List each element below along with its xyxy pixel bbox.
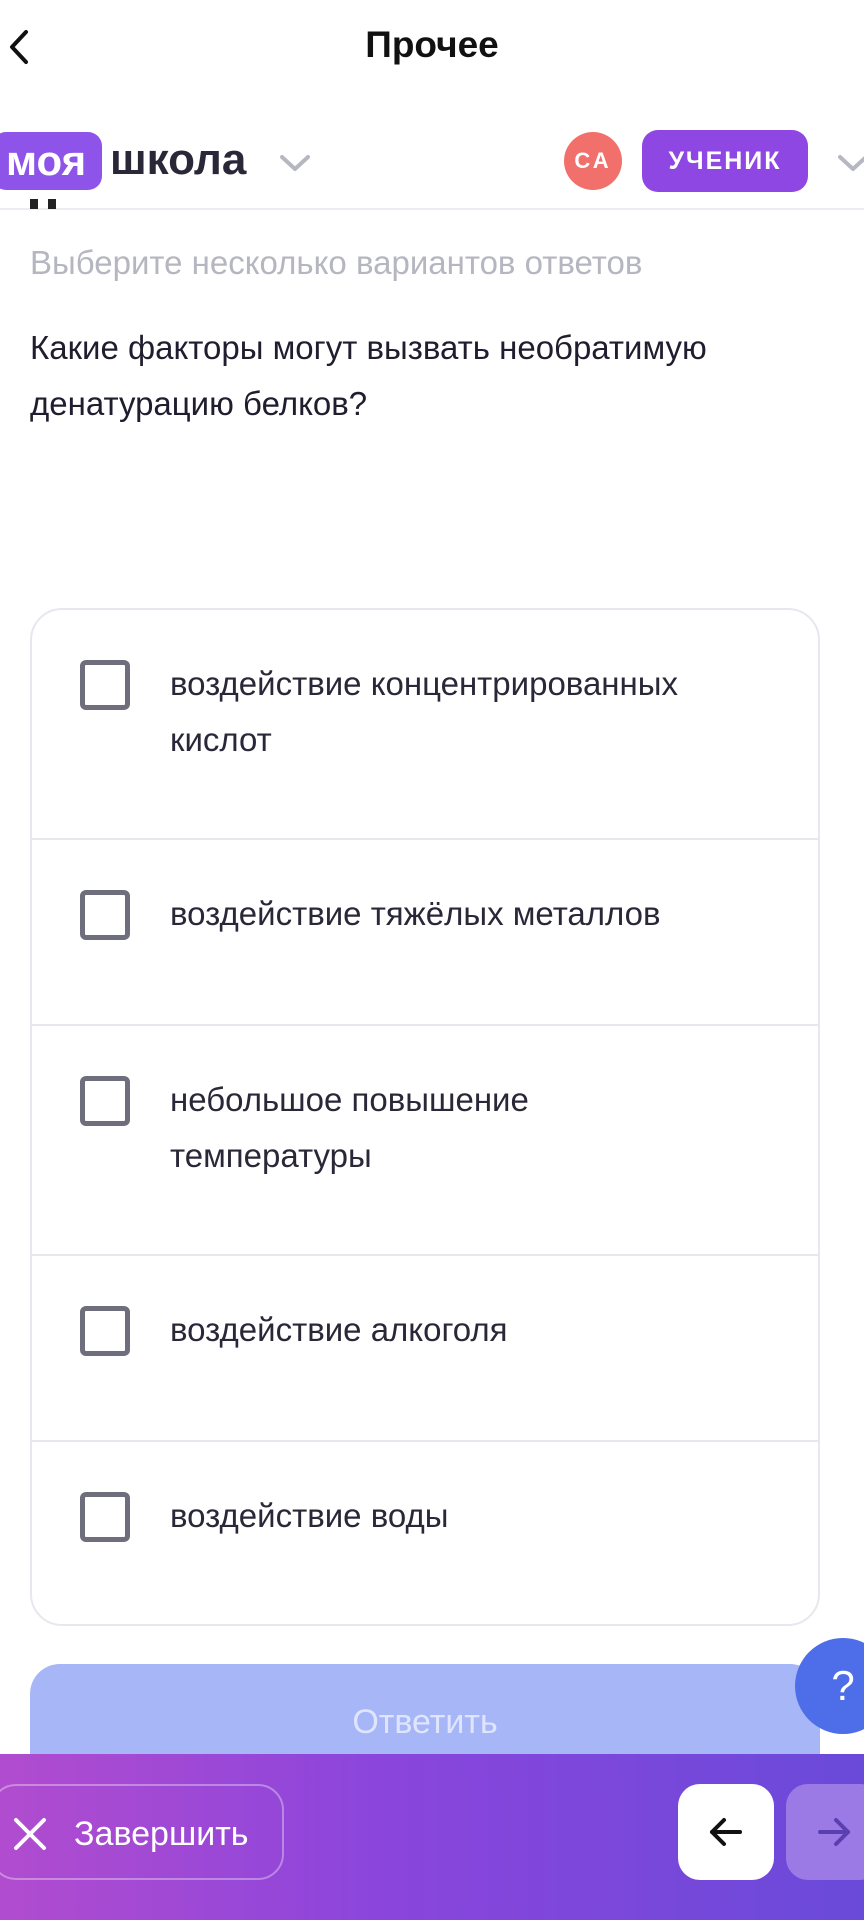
logo-shkola[interactable]: школа [110, 130, 246, 190]
scrolled-heading-remnant [30, 196, 150, 210]
options-card: воздействие концентрированных кислот воз… [30, 608, 820, 1626]
finish-label: Завершить [74, 1815, 249, 1853]
checkbox[interactable] [80, 1306, 130, 1356]
option-label: небольшое повышение температуры [170, 1081, 529, 1174]
logo-moya[interactable]: моя [0, 132, 103, 190]
role-badge[interactable]: УЧЕНИК [642, 130, 808, 192]
nav-bar: Прочее [0, 0, 864, 94]
option-item[interactable]: воздействие воды [32, 1442, 818, 1624]
option-label: воздействие тяжёлых металлов [170, 895, 661, 932]
question-text: Какие факторы могут вызвать необратимую … [30, 329, 707, 422]
option-label: воздействие концентрированных кислот [170, 665, 678, 758]
task-hint: Выберите несколько вариантов ответов [30, 244, 643, 281]
arrow-right-icon [818, 1818, 850, 1846]
chevron-down-icon[interactable] [836, 152, 864, 174]
option-item[interactable]: воздействие алкоголя [32, 1256, 818, 1442]
checkbox[interactable] [80, 890, 130, 940]
chevron-down-icon[interactable] [278, 152, 312, 174]
option-item[interactable]: небольшое повышение температуры [32, 1026, 818, 1256]
bottom-action-bar: Завершить [0, 1754, 864, 1920]
checkbox[interactable] [80, 660, 130, 710]
avatar[interactable]: СА [564, 132, 622, 190]
option-item[interactable]: воздействие концентрированных кислот [32, 610, 818, 840]
nav-title: Прочее [365, 24, 499, 65]
next-button[interactable] [786, 1784, 864, 1880]
option-item[interactable]: воздействие тяжёлых металлов [32, 840, 818, 1026]
app-header: моя школа СА УЧЕНИК [0, 94, 864, 210]
previous-button[interactable] [678, 1784, 774, 1880]
close-icon [14, 1818, 46, 1850]
arrow-left-icon [710, 1818, 742, 1846]
finish-button[interactable]: Завершить [0, 1784, 284, 1880]
option-label: воздействие алкоголя [170, 1311, 508, 1348]
checkbox[interactable] [80, 1492, 130, 1542]
checkbox[interactable] [80, 1076, 130, 1126]
option-label: воздействие воды [170, 1497, 449, 1534]
